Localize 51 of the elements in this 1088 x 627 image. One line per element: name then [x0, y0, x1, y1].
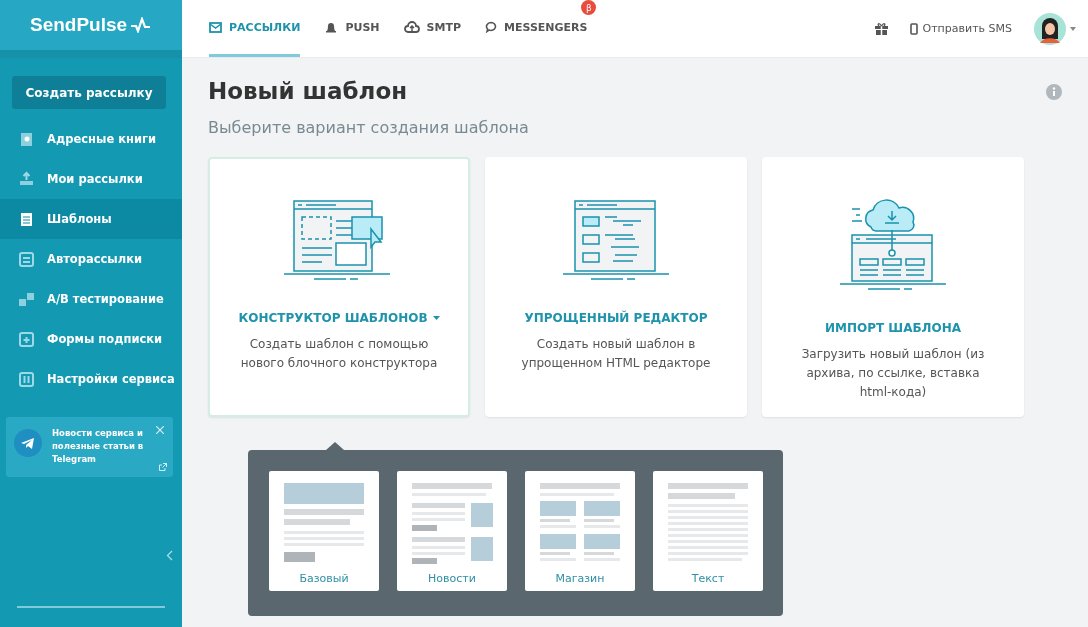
card-description: Создать новый шаблон в упрощенном HTML редакторе [520, 336, 712, 373]
beta-badge: β [581, 0, 597, 15]
external-link-icon[interactable] [159, 463, 167, 471]
close-icon[interactable] [156, 426, 164, 434]
template-thumbnail[interactable]: Текст [653, 471, 763, 591]
send-sms-link[interactable]: Отправить SMS [909, 22, 1012, 35]
template-label: Магазин [555, 572, 605, 585]
sidebar-item[interactable]: Формы подписки [0, 319, 182, 359]
caret-icon[interactable] [432, 316, 440, 320]
template-thumbnail[interactable]: Новости [397, 471, 507, 591]
sidebar-item[interactable]: Мои рассылки [0, 159, 182, 199]
template-thumbnail[interactable]: Базовый [269, 471, 379, 591]
card-title: УПРОЩЕННЫЙ РЕДАКТОР [524, 311, 708, 325]
telegram-icon[interactable] [14, 429, 42, 457]
info-icon[interactable] [1046, 84, 1062, 100]
mail-icon [209, 21, 222, 33]
sidebar-item[interactable]: A/B тестирование [0, 279, 182, 319]
card-title: ИМПОРТ ШАБЛОНА [824, 321, 962, 335]
template-label: Базовый [299, 572, 349, 585]
gift-icon[interactable] [874, 22, 888, 35]
nav-tab[interactable]: SMTP [403, 0, 461, 57]
promo-text: Новости сервиса и полезные статьи в Telegram [52, 427, 145, 467]
option-card[interactable]: КОНСТРУКТОР ШАБЛОНОВ Создать шаблон с помощью нового блочного конструктора [208, 157, 470, 417]
page-title: Новый шаблон [208, 78, 408, 104]
option-card[interactable]: УПРОЩЕННЫЙ РЕДАКТОР Создать новый шаблон в упрощенном HTML редакторе [485, 157, 747, 417]
create-campaign-button[interactable]: Создать рассылку [12, 76, 166, 109]
pulse-icon [130, 17, 153, 33]
sidebar-item[interactable]: Адресные книги [0, 119, 182, 159]
caret-icon[interactable] [1070, 26, 1076, 31]
phone-icon [909, 22, 918, 35]
option-card[interactable]: ИМПОРТ ШАБЛОНА Загрузить новый шаблон (из архива, по ссылке, вставка html-кода) [762, 157, 1024, 417]
template-label: Текст [691, 572, 725, 585]
chevron-left-icon[interactable] [166, 550, 173, 561]
sidebar-item[interactable]: Авторассылки [0, 239, 182, 279]
template-label: Новости [428, 572, 476, 585]
document-icon [18, 210, 35, 228]
template-thumbnail[interactable]: Магазин [525, 471, 635, 591]
sidebar-item[interactable]: Шаблоны [0, 199, 182, 239]
card-description: Создать шаблон с помощью нового блочного конструктора [239, 336, 439, 373]
bell-icon [324, 20, 339, 34]
logo[interactable]: SendPulse [30, 14, 128, 36]
avatar-icon[interactable] [1034, 12, 1066, 45]
settings-icon [18, 370, 35, 388]
card-description: Загрузить новый шаблон (из архива, по ссылке, вставка html-кода) [800, 346, 986, 402]
page-subtitle: Выберите вариант создания шаблона [208, 118, 530, 137]
nav-tab[interactable]: PUSH [324, 0, 380, 57]
card-title: КОНСТРУКТОР ШАБЛОНОВ [238, 311, 440, 325]
sidebar-item[interactable]: Настройки сервиса [0, 359, 182, 399]
chat-icon [485, 21, 497, 33]
cloud-upload-icon [403, 21, 420, 33]
nav-tab[interactable]: РАССЫЛКИ [209, 0, 301, 57]
